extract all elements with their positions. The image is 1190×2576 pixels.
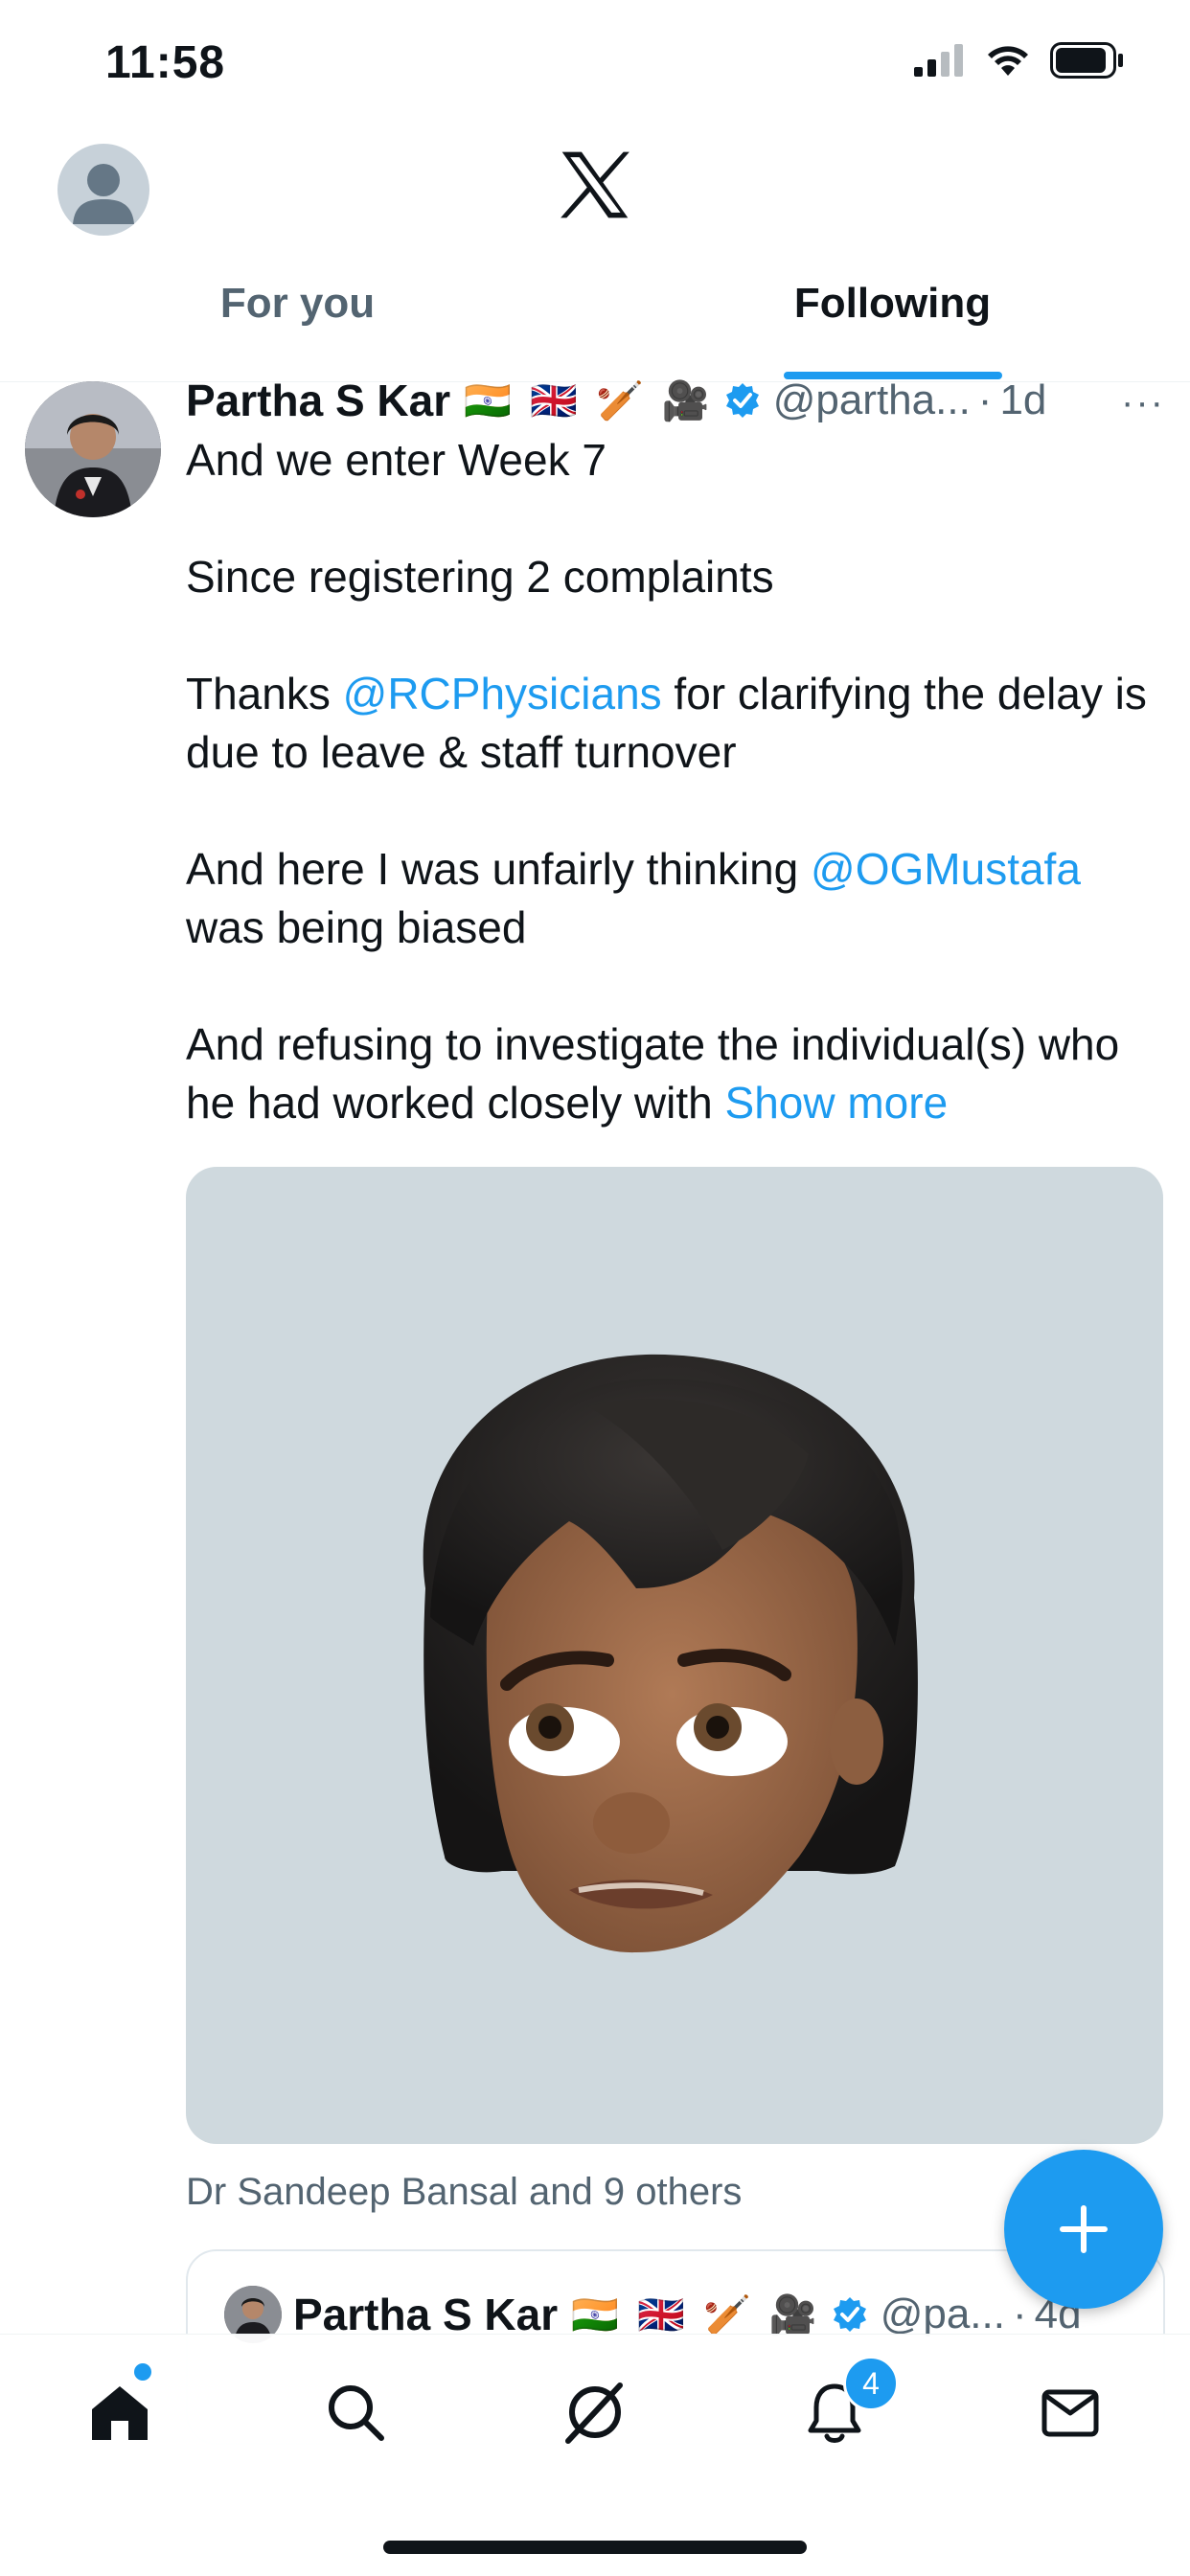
author-emojis: 🇮🇳 🇬🇧 🏏 🎥 bbox=[464, 379, 714, 422]
verified-badge-icon bbox=[723, 381, 762, 420]
timeline-tabs: For you Following bbox=[0, 268, 1190, 381]
show-more-link[interactable]: Show more bbox=[725, 1078, 949, 1128]
separator-dot: · bbox=[977, 376, 993, 423]
nav-grok[interactable] bbox=[552, 2369, 638, 2455]
mention-link-ogmustafa[interactable]: @OGMustafa bbox=[811, 844, 1081, 894]
profile-avatar[interactable] bbox=[57, 144, 149, 236]
social-context[interactable]: Dr Sandeep Bansal and 9 others bbox=[186, 2171, 742, 2214]
status-icons bbox=[914, 42, 1125, 79]
grok-icon bbox=[565, 2382, 623, 2444]
tab-for-you-label: For you bbox=[219, 280, 376, 327]
status-bar: 11:58 bbox=[0, 0, 1190, 125]
quoted-separator-dot: · bbox=[1012, 2291, 1027, 2337]
nav-search[interactable] bbox=[312, 2369, 399, 2455]
compose-post-button[interactable] bbox=[1004, 2150, 1163, 2309]
tweet-line-2: Since registering 2 complaints bbox=[186, 552, 774, 602]
plus-icon bbox=[1060, 2205, 1108, 2253]
home-unread-dot bbox=[134, 2363, 151, 2381]
wifi-icon bbox=[988, 46, 1028, 76]
tab-for-you[interactable]: For you bbox=[0, 268, 595, 381]
home-icon bbox=[92, 2386, 148, 2440]
tweet-timestamp[interactable]: 1d bbox=[999, 376, 1046, 424]
more-options-icon[interactable]: ··· bbox=[1121, 381, 1165, 424]
tweet-line-3: Thanks @RCPhysicians for clarifying the … bbox=[186, 669, 1147, 777]
quoted-author-handle: @pa... bbox=[880, 2291, 1005, 2337]
battery-icon bbox=[1050, 42, 1123, 79]
tweet-line-5: And refusing to investigate the individu… bbox=[186, 1019, 1120, 1128]
author-handle: @partha... bbox=[772, 376, 971, 423]
default-avatar-icon bbox=[73, 164, 134, 224]
memoji-image bbox=[423, 1354, 918, 1953]
tab-following-label: Following bbox=[793, 280, 992, 327]
search-icon bbox=[329, 2385, 384, 2441]
nav-messages[interactable] bbox=[1027, 2369, 1113, 2455]
quoted-author-emojis: 🇮🇳 🇬🇧 🏏 🎥 bbox=[571, 2293, 821, 2337]
tweet-line-4: And here I was unfairly thinking @OGMust… bbox=[186, 844, 1081, 952]
x-logo-icon bbox=[561, 151, 629, 218]
quoted-author-name: Partha S Kar bbox=[293, 2290, 559, 2339]
messages-icon bbox=[1041, 2389, 1099, 2437]
quoted-verified-badge-icon bbox=[831, 2295, 869, 2334]
home-indicator[interactable] bbox=[383, 2541, 807, 2554]
tweet-author-avatar[interactable] bbox=[25, 381, 161, 517]
status-time: 11:58 bbox=[105, 37, 226, 88]
tweet-text: And we enter Week 7 Since registering 2 … bbox=[186, 431, 1154, 1132]
tweet-media-image[interactable] bbox=[186, 1167, 1163, 2144]
tweet-line-1: And we enter Week 7 bbox=[186, 435, 606, 485]
cellular-signal-icon bbox=[914, 44, 963, 77]
author-photo bbox=[25, 381, 161, 517]
mention-link-rcphysicians[interactable]: @RCPhysicians bbox=[343, 669, 662, 718]
top-header: For you Following bbox=[0, 125, 1190, 382]
nav-home[interactable] bbox=[77, 2369, 163, 2455]
tweet-header: Partha S Kar 🇮🇳 🇬🇧 🏏 🎥 @partha... · 1d bbox=[186, 372, 1173, 429]
notification-count-badge: 4 bbox=[843, 2356, 899, 2411]
author-name[interactable]: Partha S Kar bbox=[186, 375, 450, 426]
tab-following[interactable]: Following bbox=[595, 268, 1190, 381]
